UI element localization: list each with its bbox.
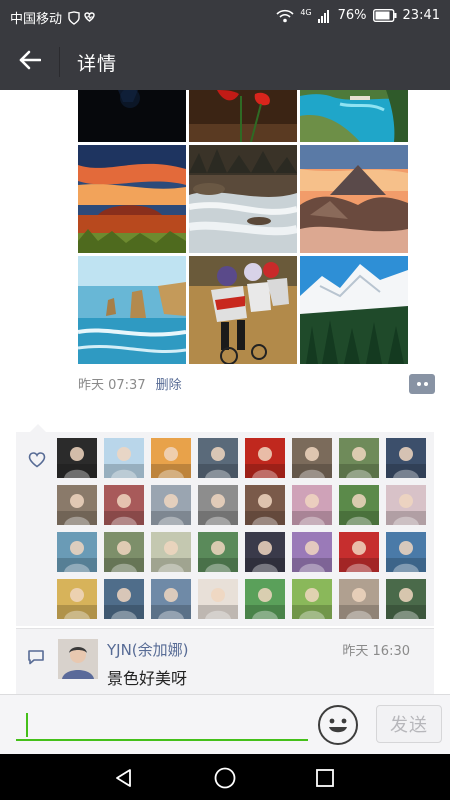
- liker-avatar[interactable]: [386, 485, 426, 525]
- liker-avatar[interactable]: [339, 438, 379, 478]
- photo-cyclists[interactable]: [189, 256, 297, 364]
- comment-icon: [27, 649, 45, 669]
- comment-input[interactable]: [16, 707, 308, 741]
- liker-avatar[interactable]: [339, 579, 379, 619]
- battery-icon: [372, 9, 397, 22]
- liker-avatar[interactable]: [292, 579, 332, 619]
- app-bar: 详情: [0, 33, 450, 90]
- photo-river-rapids[interactable]: [189, 145, 297, 253]
- liker-avatar[interactable]: [245, 485, 285, 525]
- liker-avatar[interactable]: [386, 438, 426, 478]
- moment-detail[interactable]: 昨天 07:37 删除 YJN(余加娜) 昨天 16:30 景色好美呀: [0, 90, 450, 694]
- more-dot: [424, 382, 428, 386]
- liker-avatars: [57, 438, 431, 624]
- comments-panel: YJN(余加娜) 昨天 16:30 景色好美呀: [16, 629, 434, 694]
- liker-avatar[interactable]: [198, 485, 238, 525]
- likes-panel: [16, 424, 434, 626]
- nav-recents-button[interactable]: [311, 764, 339, 792]
- signal-icon: [317, 9, 332, 23]
- photo-volcano-dawn[interactable]: [300, 145, 408, 253]
- status-left: 中国移动: [10, 8, 96, 27]
- battery-percent: 76%: [337, 8, 367, 23]
- liker-avatar[interactable]: [151, 579, 191, 619]
- liker-avatar[interactable]: [292, 485, 332, 525]
- emoji-button[interactable]: [318, 705, 358, 745]
- system-nav-bar: [0, 754, 450, 800]
- liker-avatar[interactable]: [245, 438, 285, 478]
- liker-avatar[interactable]: [57, 579, 97, 619]
- smiley-icon: [329, 718, 347, 733]
- delete-link[interactable]: 删除: [156, 374, 182, 393]
- heart-icon: [28, 452, 46, 472]
- comment-author[interactable]: YJN(余加娜): [107, 639, 189, 660]
- screen: 中国移动 4G 76% 23:41 详情 昨天 07:37 删除 YJN(余加娜…: [0, 0, 450, 800]
- photo-dark-night[interactable]: [78, 90, 186, 142]
- liker-avatar[interactable]: [151, 485, 191, 525]
- send-button[interactable]: 发送: [376, 705, 442, 743]
- arrow-left-icon: [19, 50, 42, 74]
- liker-avatar[interactable]: [198, 438, 238, 478]
- status-right: 4G 76% 23:41: [276, 8, 440, 23]
- comment-text: 景色好美呀: [107, 669, 188, 688]
- liker-avatar[interactable]: [57, 438, 97, 478]
- photo-uluru-sunset[interactable]: [78, 145, 186, 253]
- photo-red-flowers[interactable]: [189, 90, 297, 142]
- photo-snowy-mountains[interactable]: [300, 256, 408, 364]
- back-button[interactable]: [12, 45, 48, 79]
- more-dots-icon: [417, 382, 421, 386]
- liker-avatar[interactable]: [339, 532, 379, 572]
- status-bar: 中国移动 4G 76% 23:41: [0, 0, 450, 33]
- liker-avatar[interactable]: [104, 485, 144, 525]
- liker-avatar[interactable]: [245, 579, 285, 619]
- photo-turquoise-bay[interactable]: [300, 90, 408, 142]
- nav-back-button[interactable]: [110, 764, 138, 792]
- triangle-back-icon: [116, 769, 131, 787]
- wifi-icon: [276, 9, 294, 23]
- liker-avatar[interactable]: [151, 438, 191, 478]
- page-title: 详情: [77, 53, 118, 75]
- liker-avatar[interactable]: [245, 532, 285, 572]
- shield-heart-icon: [68, 10, 96, 25]
- comment-time: 昨天 16:30: [342, 644, 410, 659]
- liker-avatar[interactable]: [386, 532, 426, 572]
- liker-avatar[interactable]: [292, 438, 332, 478]
- clock: 23:41: [402, 8, 440, 23]
- photo-sea-stacks[interactable]: [78, 256, 186, 364]
- liker-avatar[interactable]: [57, 532, 97, 572]
- liker-avatar[interactable]: [57, 485, 97, 525]
- moment-time: 昨天 07:37: [78, 378, 146, 393]
- square-recents-icon: [316, 769, 334, 787]
- appbar-divider: [59, 47, 60, 77]
- circle-home-icon: [214, 767, 236, 789]
- carrier-label: 中国移动: [10, 12, 63, 27]
- liker-avatar[interactable]: [339, 485, 379, 525]
- liker-avatar[interactable]: [386, 579, 426, 619]
- liker-avatar[interactable]: [104, 532, 144, 572]
- moment-meta: 昨天 07:37 删除: [78, 374, 182, 393]
- liker-avatar[interactable]: [151, 532, 191, 572]
- more-button[interactable]: [409, 374, 435, 394]
- avatar[interactable]: [58, 639, 98, 679]
- text-caret: [26, 713, 28, 737]
- comment-input-bar: 发送: [0, 694, 450, 754]
- liker-avatar[interactable]: [292, 532, 332, 572]
- network-type: 4G: [300, 8, 312, 17]
- liker-avatar[interactable]: [104, 579, 144, 619]
- liker-avatar[interactable]: [198, 579, 238, 619]
- liker-avatar[interactable]: [104, 438, 144, 478]
- nav-home-button[interactable]: [211, 764, 239, 792]
- liker-avatar[interactable]: [198, 532, 238, 572]
